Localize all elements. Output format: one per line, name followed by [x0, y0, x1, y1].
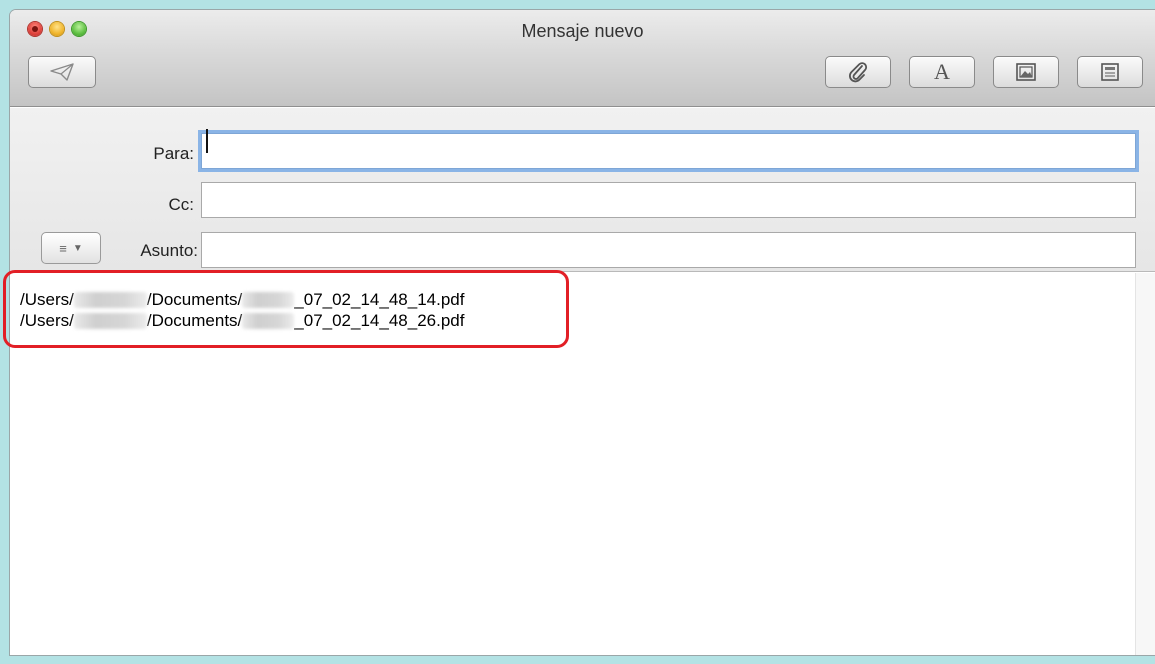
text-caret — [206, 129, 208, 153]
send-button[interactable] — [28, 56, 96, 88]
callout-highlight-box — [3, 270, 569, 348]
subject-label: Asunto: — [140, 241, 198, 260]
window-title: Mensaje nuevo — [521, 21, 644, 41]
photo-browser-button[interactable] — [993, 56, 1059, 88]
photo-browser-icon — [1016, 63, 1036, 81]
header-fields-menu[interactable]: ≡ ▼ — [41, 232, 101, 264]
stationery-icon — [1101, 63, 1119, 81]
vertical-scrollbar[interactable] — [1135, 273, 1155, 655]
to-field[interactable] — [201, 133, 1136, 169]
attach-button[interactable] — [825, 56, 891, 88]
chevron-down-icon: ▼ — [72, 242, 83, 254]
cc-field[interactable] — [201, 182, 1136, 218]
to-label: Para: — [153, 144, 194, 163]
subject-field[interactable] — [201, 232, 1136, 268]
message-header: Para: Cc: ≡ ▼ Asunto: — [10, 108, 1155, 272]
paper-plane-icon — [50, 63, 74, 81]
fonts-icon: A — [934, 59, 950, 84]
stationery-button[interactable] — [1077, 56, 1143, 88]
titlebar: Mensaje nuevo A — [10, 10, 1155, 107]
paperclip-icon — [849, 62, 868, 83]
cc-label: Cc: — [168, 195, 195, 214]
list-icon: ≡ — [59, 240, 67, 256]
fonts-button[interactable]: A — [909, 56, 975, 88]
